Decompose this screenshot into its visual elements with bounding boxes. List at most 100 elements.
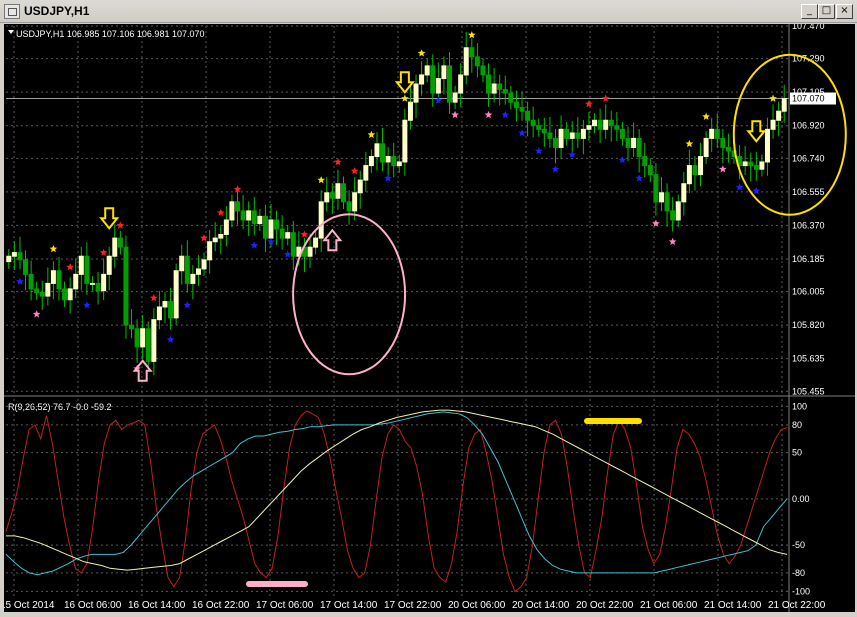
window-title: USDJPY,H1	[24, 4, 90, 18]
candle-body	[530, 119, 536, 127]
candle-body	[541, 128, 547, 134]
candle-body	[73, 273, 79, 290]
price-tick-label: 106.740	[792, 153, 825, 163]
chart-area[interactable]: 15 Oct 2014 16 Oct 06:00 16 Oct 14:00 16 Oc…	[0, 21, 855, 612]
candle-body	[368, 156, 374, 167]
candle-body	[84, 255, 90, 284]
candle-body	[519, 107, 525, 112]
candle-body	[441, 65, 447, 80]
candle-body	[6, 255, 12, 263]
signal-star	[769, 94, 777, 102]
candle-body	[140, 328, 146, 348]
price-tick-label: 106.555	[792, 187, 825, 197]
oscillator-tick-label: -100	[792, 586, 810, 596]
candle-body	[770, 119, 776, 130]
candle-body	[307, 246, 313, 257]
candle-body	[212, 237, 218, 243]
candle-body	[413, 83, 419, 103]
candle-body	[720, 137, 726, 148]
oscillator-line	[6, 409, 788, 571]
signal-star	[434, 96, 443, 104]
minimize-button[interactable]: _	[801, 4, 818, 19]
candle-body	[698, 156, 704, 176]
candle-body	[229, 201, 235, 221]
signal-star	[367, 130, 376, 138]
candle-body	[313, 237, 319, 248]
candle-body	[341, 183, 347, 203]
candle-body	[474, 56, 480, 67]
candle-body	[162, 301, 168, 308]
signal-star	[49, 245, 58, 253]
annotation-bar-yellow	[584, 418, 642, 424]
candle-body	[759, 161, 765, 170]
signal-star	[334, 158, 342, 166]
signal-star	[401, 94, 409, 102]
signal-star	[501, 110, 510, 119]
candle-body	[145, 328, 151, 362]
signal-star	[350, 167, 359, 175]
candle-body	[240, 210, 246, 221]
signal-star	[585, 100, 593, 108]
candle-body	[290, 232, 296, 257]
price-tick-label: 105.455	[792, 386, 825, 396]
signal-star	[150, 293, 158, 302]
x-tick-label: 20 Oct 06:00	[448, 600, 506, 611]
signal-star	[635, 174, 643, 182]
close-button[interactable]: ×	[836, 4, 853, 19]
candle-body	[463, 47, 469, 76]
candle-body	[586, 125, 592, 130]
signal-star	[183, 301, 192, 309]
candle-body	[675, 201, 681, 221]
signal-star	[16, 277, 24, 285]
current-price-label: 107.070	[792, 94, 825, 104]
candle-body	[67, 288, 73, 301]
candle-body	[681, 183, 687, 203]
signal-star	[685, 139, 694, 148]
candle-body	[112, 237, 118, 257]
candle-body	[714, 128, 720, 139]
signal-star	[384, 174, 392, 182]
candle-body	[670, 210, 676, 221]
candle-body	[17, 252, 23, 261]
oscillator-tick-label: -80	[792, 568, 805, 578]
arrow-down-icon	[746, 120, 767, 143]
candle-body	[50, 270, 56, 284]
candle-body	[748, 161, 754, 167]
candle-body	[391, 156, 397, 167]
x-tick-label: 17 Oct 14:00	[320, 600, 378, 611]
candle-body	[575, 132, 581, 139]
candle-body	[525, 110, 531, 121]
x-tick-label: 15 Oct 2014	[4, 600, 55, 611]
signal-star	[702, 112, 710, 120]
candle-body	[207, 241, 213, 261]
chart-svg[interactable]: 15 Oct 2014 16 Oct 06:00 16 Oct 14:00 16 Oc…	[0, 21, 855, 612]
candle-body	[435, 78, 441, 94]
signal-star	[200, 234, 208, 242]
oscillator-tick-label: 50	[792, 448, 802, 458]
candle-body	[692, 165, 698, 176]
candle-body	[552, 137, 558, 148]
candle-body	[597, 119, 603, 130]
signal-star	[618, 156, 627, 164]
dropdown-triangle-icon	[8, 30, 14, 34]
signal-star	[568, 150, 576, 158]
candle-body	[592, 119, 598, 127]
candle-body	[45, 282, 51, 297]
candle-body	[95, 282, 101, 292]
candle-body	[502, 88, 508, 94]
candle-body	[569, 132, 575, 139]
candle-body	[469, 47, 475, 58]
signal-star	[668, 237, 677, 245]
maximize-button[interactable]: □	[818, 4, 835, 19]
candle-body	[257, 215, 263, 225]
oscillator-line	[5, 410, 788, 593]
candle-body	[653, 174, 659, 203]
candle-body	[513, 101, 519, 109]
signal-star	[484, 110, 493, 119]
candle-body	[352, 192, 358, 212]
candle-body	[318, 201, 324, 239]
signal-star	[317, 176, 325, 184]
candle-body	[374, 143, 380, 158]
candle-body	[642, 156, 648, 167]
oscillator-label: R(9,26,52) 76.7 -0.0 -59.2	[8, 402, 112, 412]
